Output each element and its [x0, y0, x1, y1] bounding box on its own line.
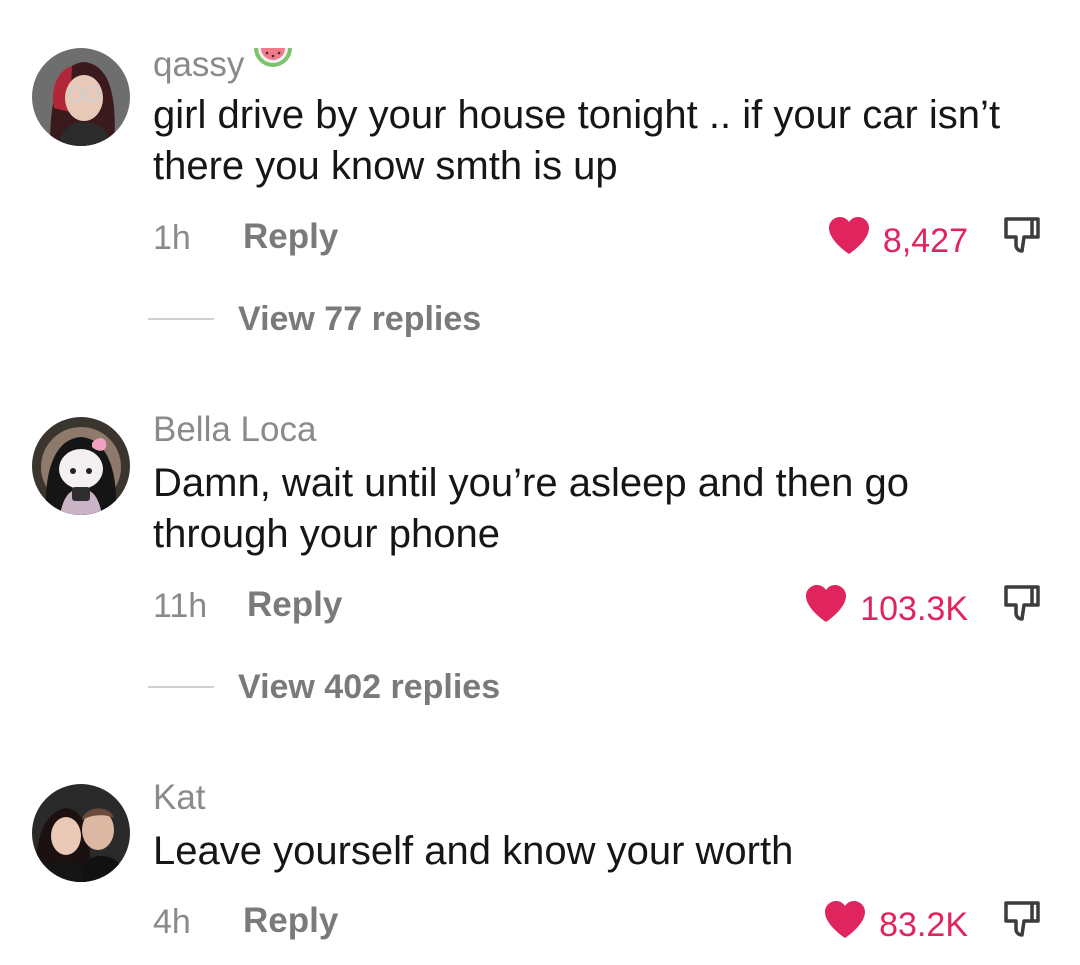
comment-time: 1h [153, 219, 191, 257]
divider-line [148, 318, 214, 320]
heart-icon [827, 216, 871, 265]
heart-icon [823, 900, 867, 949]
dislike-icon[interactable] [1000, 581, 1044, 625]
reply-button[interactable]: Reply [243, 217, 338, 257]
reply-button[interactable]: Reply [243, 901, 338, 941]
comment-text: girl drive by your house tonight .. if y… [153, 93, 1001, 188]
comment-time: 11h [153, 587, 208, 625]
view-replies-label: View 77 replies [238, 300, 482, 338]
username[interactable]: qassy [153, 42, 294, 87]
avatar[interactable] [32, 784, 130, 882]
view-replies-button[interactable]: View 402 replies [148, 667, 500, 707]
like-button[interactable]: 8,427 [827, 216, 968, 265]
username-text: qassy [153, 44, 245, 84]
like-button[interactable]: 103.3K [804, 584, 968, 633]
username[interactable]: Bella Loca [153, 410, 316, 450]
avatar[interactable] [32, 48, 130, 146]
comment-text: Leave yourself and know your worth [153, 829, 794, 873]
reply-button[interactable]: Reply [247, 585, 342, 625]
username-text: Bella Loca [153, 410, 317, 449]
watermelon-icon [252, 42, 294, 87]
comment-time: 4h [153, 903, 191, 941]
view-replies-button[interactable]: View 77 replies [148, 299, 481, 339]
username-text: Kat [153, 778, 206, 817]
comment-text: Damn, wait until you’re asleep and then … [153, 461, 910, 556]
view-replies-label: View 402 replies [238, 668, 501, 706]
divider-line [148, 686, 214, 688]
like-button[interactable]: 83.2K [823, 900, 968, 949]
like-count: 8,427 [882, 221, 968, 260]
dislike-icon[interactable] [1000, 213, 1044, 257]
like-count: 83.2K [879, 905, 968, 944]
username[interactable]: Kat [153, 778, 206, 818]
dislike-icon[interactable] [1000, 897, 1044, 941]
avatar[interactable] [32, 417, 130, 515]
like-count: 103.3K [860, 589, 968, 628]
heart-icon [804, 584, 848, 633]
